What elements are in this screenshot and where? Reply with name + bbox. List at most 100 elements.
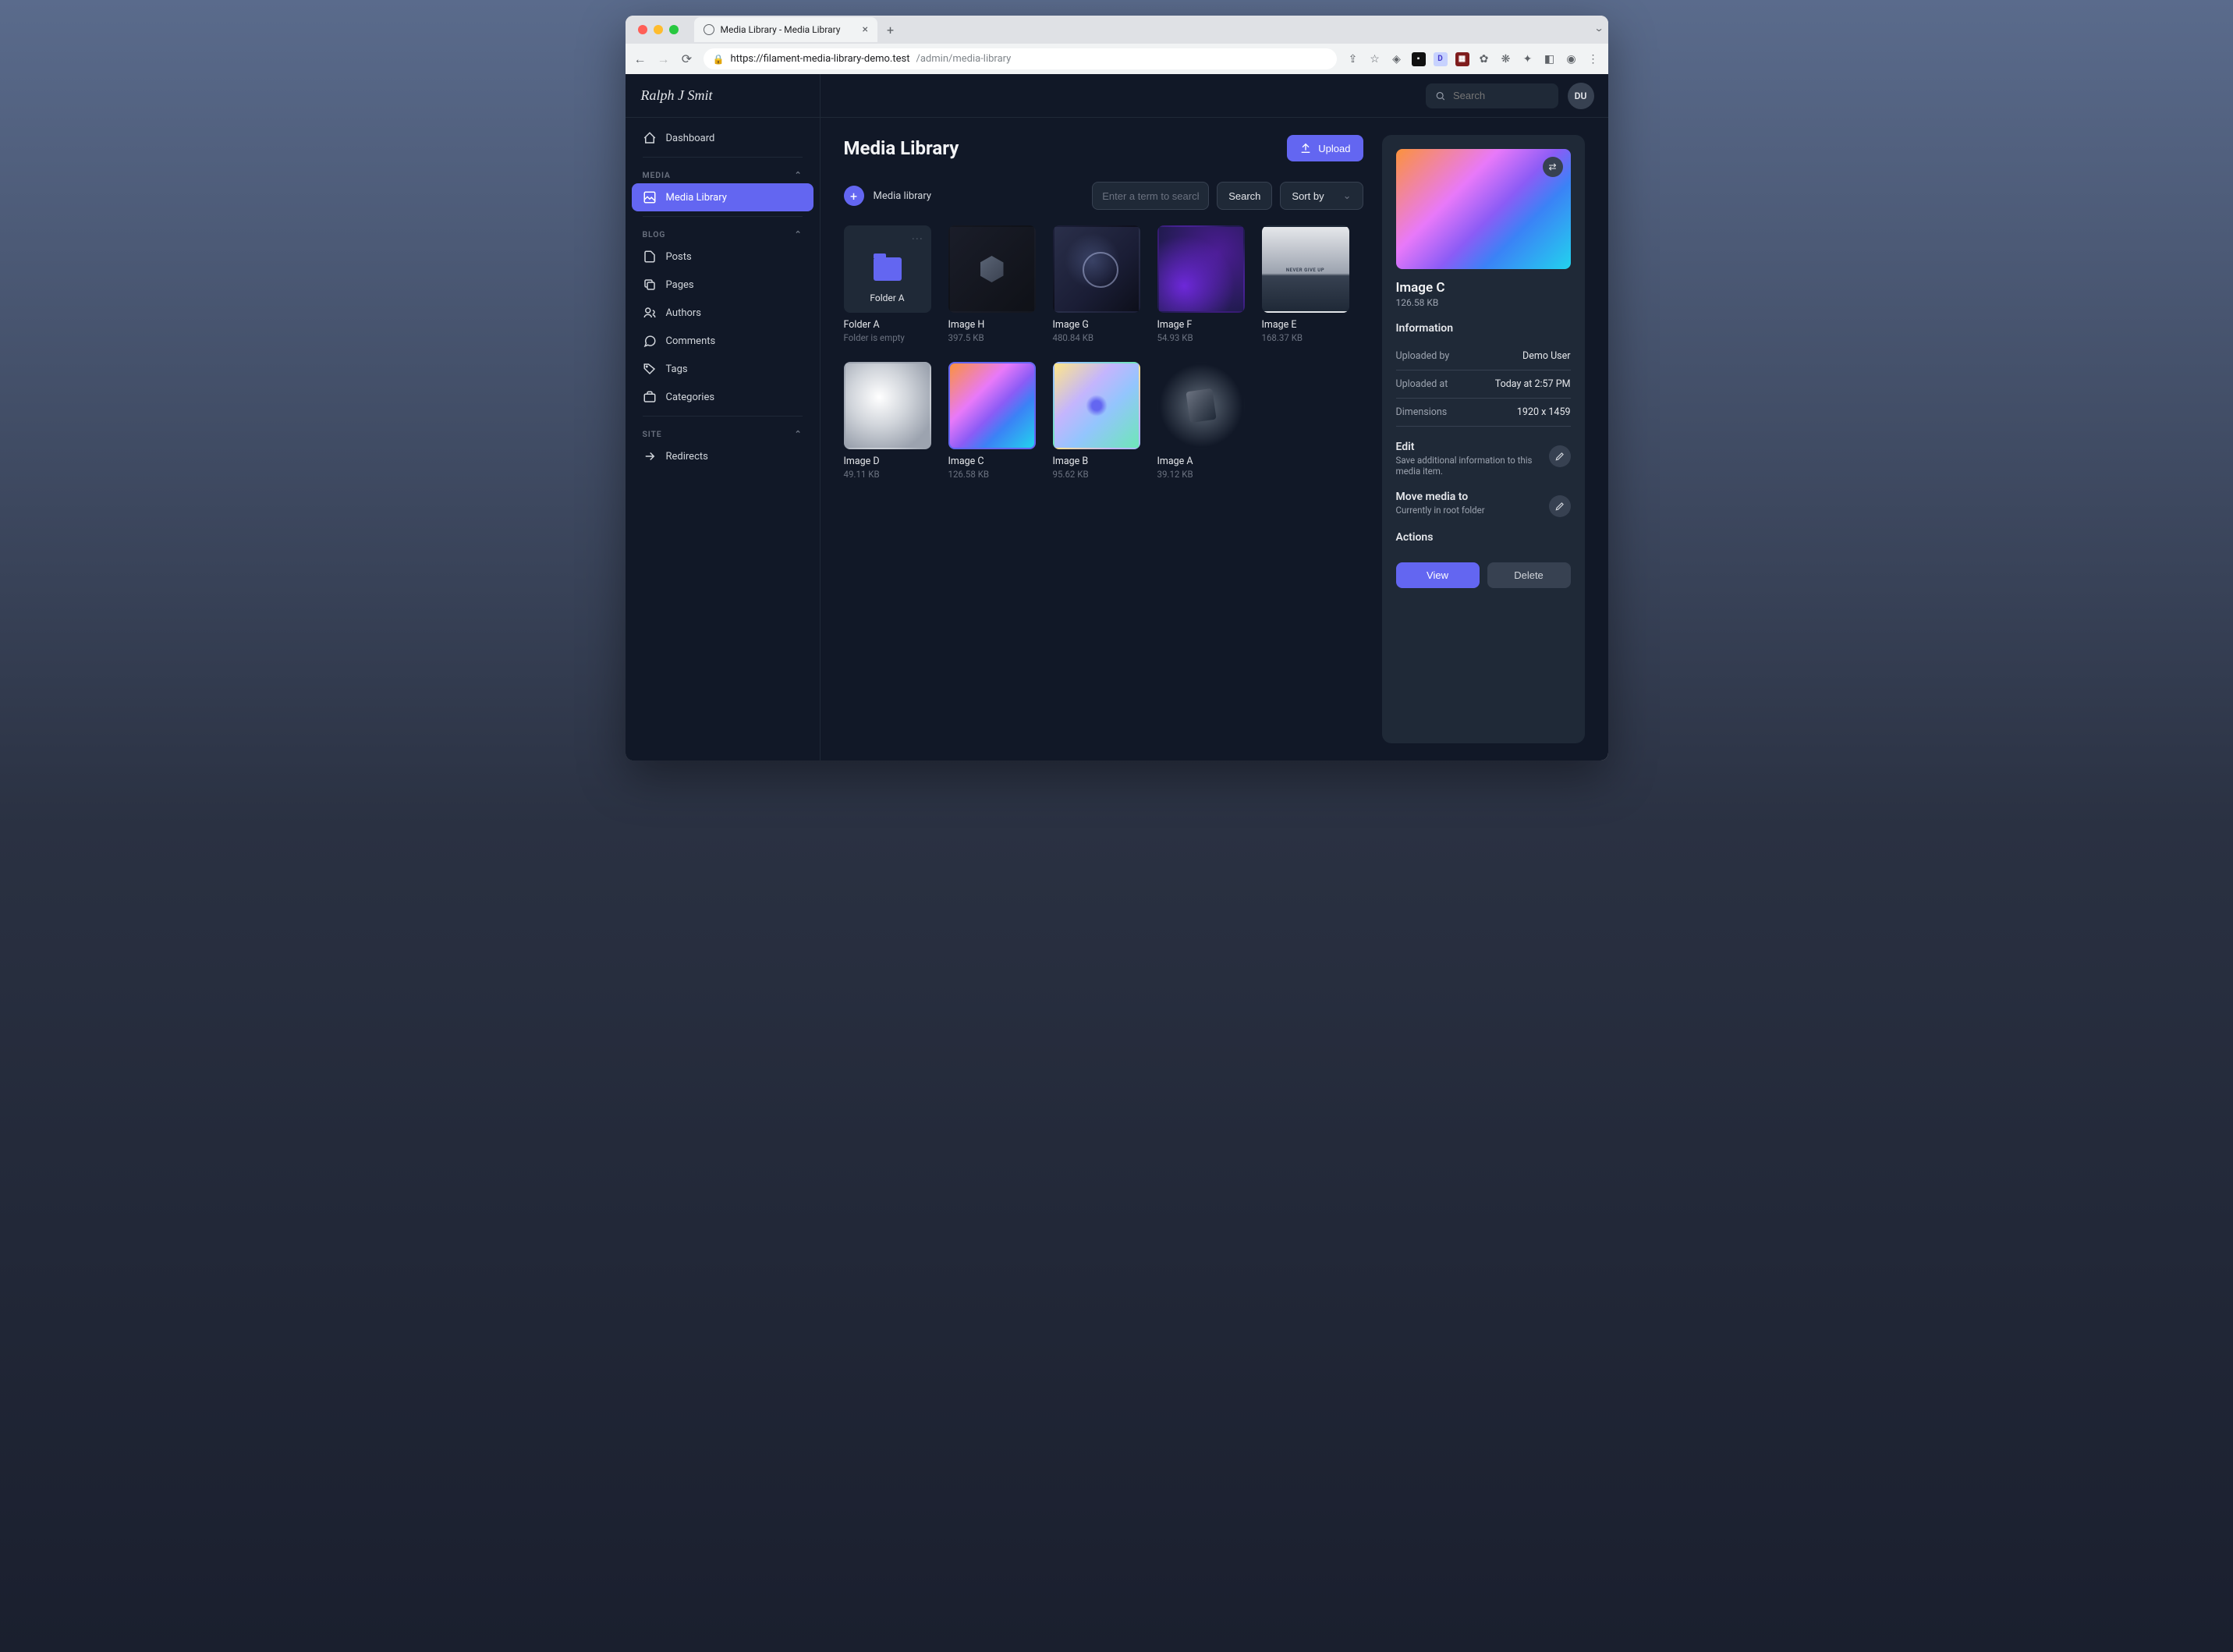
topbar: DU [821,74,1608,118]
globe-icon [704,24,714,35]
info-value: 1920 x 1459 [1517,406,1571,418]
media-item-name: Image C [948,456,1036,467]
logo[interactable]: Ralph J Smit [626,74,820,118]
detail-panel: ⇄ Image C 126.58 KB Information Uploaded… [1382,135,1585,743]
sort-dropdown[interactable]: Sort by ⌄ [1280,182,1363,210]
sidebar-item-tags[interactable]: Tags [632,355,813,383]
new-tab-button[interactable]: + [887,23,894,37]
extension-icon-4[interactable]: ▦ [1455,52,1469,66]
media-item-imgH[interactable]: Image H397.5 KB [948,225,1036,343]
media-search-input[interactable] [1092,182,1209,210]
more-icon[interactable]: ⋮ [911,233,923,246]
bookmark-icon[interactable]: ☆ [1368,53,1382,66]
user-avatar[interactable]: DU [1568,83,1594,109]
sidebar-item-categories[interactable]: Categories [632,383,813,411]
move-title: Move media to [1396,491,1571,503]
arrow-right-icon [643,449,657,463]
browser-tab[interactable]: Media Library - Media Library × [694,17,877,42]
minimize-window-button[interactable] [654,25,663,34]
pencil-icon[interactable] [1549,495,1571,517]
sidebar-item-label: Redirects [666,451,708,463]
sidebar-item-redirects[interactable]: Redirects [632,442,813,470]
search-button[interactable]: Search [1217,182,1272,210]
info-row-uploaded-by: Uploaded by Demo User [1396,342,1571,370]
move-desc: Currently in root folder [1396,505,1571,516]
media-item-meta: Folder is empty [844,332,931,343]
move-section: Move media to Currently in root folder [1396,491,1571,516]
chat-icon [643,334,657,348]
global-search[interactable] [1426,83,1558,108]
nav-group-media[interactable]: MEDIA ⌃ [632,162,813,183]
close-tab-button[interactable]: × [862,23,867,36]
browser-menu-icon[interactable]: ⋮ [1586,53,1600,66]
tag-icon [643,362,657,376]
tabs-menu-button[interactable]: › [1593,28,1607,32]
media-item-imgB[interactable]: Image B95.62 KB [1053,362,1140,480]
add-folder-button[interactable]: + [844,186,864,206]
copy-icon [643,278,657,292]
sidebar-item-pages[interactable]: Pages [632,271,813,299]
breadcrumb: + Media library [844,186,932,206]
nav-group-site[interactable]: SITE ⌃ [632,421,813,442]
pencil-icon[interactable] [1549,445,1571,467]
chevron-down-icon: ⌄ [1343,190,1352,202]
sidebar-item-authors[interactable]: Authors [632,299,813,327]
media-item-name: Image F [1157,319,1245,331]
image-thumbnail [948,225,1036,313]
content-body: Media Library Upload + Media library [821,118,1608,760]
sidebar-item-label: Authors [666,307,702,319]
share-icon[interactable]: ⇪ [1346,53,1360,66]
browser-chrome: Media Library - Media Library × + › ← → … [626,16,1608,74]
upload-button[interactable]: Upload [1287,135,1363,161]
media-item-imgG[interactable]: Image G480.84 KB [1053,225,1140,343]
sidebar-item-posts[interactable]: Posts [632,243,813,271]
sidebar-item-dashboard[interactable]: Dashboard [632,124,813,152]
image-icon [643,190,657,204]
nav-group-label: MEDIA [643,170,671,180]
extension-icon-2[interactable]: ▪ [1412,52,1426,66]
media-item-imgE[interactable]: Image E168.37 KB [1262,225,1349,343]
window-controls [632,25,685,34]
detail-size: 126.58 KB [1396,297,1571,308]
media-item-folderA[interactable]: ⋮Folder AFolder AFolder is empty [844,225,931,343]
extension-icon-6[interactable]: ❋ [1499,53,1513,66]
reload-button[interactable]: ⟳ [680,51,694,66]
forward-button[interactable]: → [657,51,671,67]
media-item-name: Image A [1157,456,1245,467]
extension-icon-3[interactable]: D [1434,52,1448,66]
url-host: https://filament-media-library-demo.test [730,53,909,65]
document-icon [643,250,657,264]
sidebar-item-label: Posts [666,251,692,263]
lock-icon: 🔒 [713,54,725,65]
nav-group-label: SITE [643,429,662,439]
extensions-button[interactable]: ✦ [1521,53,1535,66]
nav-group-blog[interactable]: BLOG ⌃ [632,222,813,243]
browser-actions: ⇪ ☆ ◈ ▪ D ▦ ✿ ❋ ✦ ◧ ◉ ⋮ [1346,52,1600,66]
sidepanel-icon[interactable]: ◧ [1543,53,1557,66]
address-bar[interactable]: 🔒 https://filament-media-library-demo.te… [704,48,1337,69]
sidebar-item-comments[interactable]: Comments [632,327,813,355]
media-item-imgF[interactable]: Image F54.93 KB [1157,225,1245,343]
global-search-input[interactable] [1453,90,1549,101]
briefcase-icon [643,390,657,404]
close-window-button[interactable] [638,25,647,34]
back-button[interactable]: ← [633,51,647,67]
image-thumbnail [1157,225,1245,313]
image-thumbnail [1053,225,1140,313]
media-item-imgC[interactable]: Image C126.58 KB [948,362,1036,480]
view-button[interactable]: View [1396,562,1480,588]
maximize-window-button[interactable] [669,25,679,34]
info-heading: Information [1396,322,1571,335]
media-item-imgA[interactable]: Image A39.12 KB [1157,362,1245,480]
extension-icon-1[interactable]: ◈ [1390,53,1404,66]
delete-button[interactable]: Delete [1487,562,1571,588]
chevron-up-icon: ⌃ [794,170,802,180]
profile-icon[interactable]: ◉ [1565,53,1579,66]
extension-icon-5[interactable]: ✿ [1477,53,1491,66]
sidebar-item-media-library[interactable]: Media Library [632,183,813,211]
sidebar-item-label: Dashboard [666,133,715,144]
media-item-name: Folder A [844,319,931,331]
media-item-imgD[interactable]: Image D49.11 KB [844,362,931,480]
swap-icon[interactable]: ⇄ [1543,157,1563,177]
info-label: Uploaded at [1396,378,1448,390]
